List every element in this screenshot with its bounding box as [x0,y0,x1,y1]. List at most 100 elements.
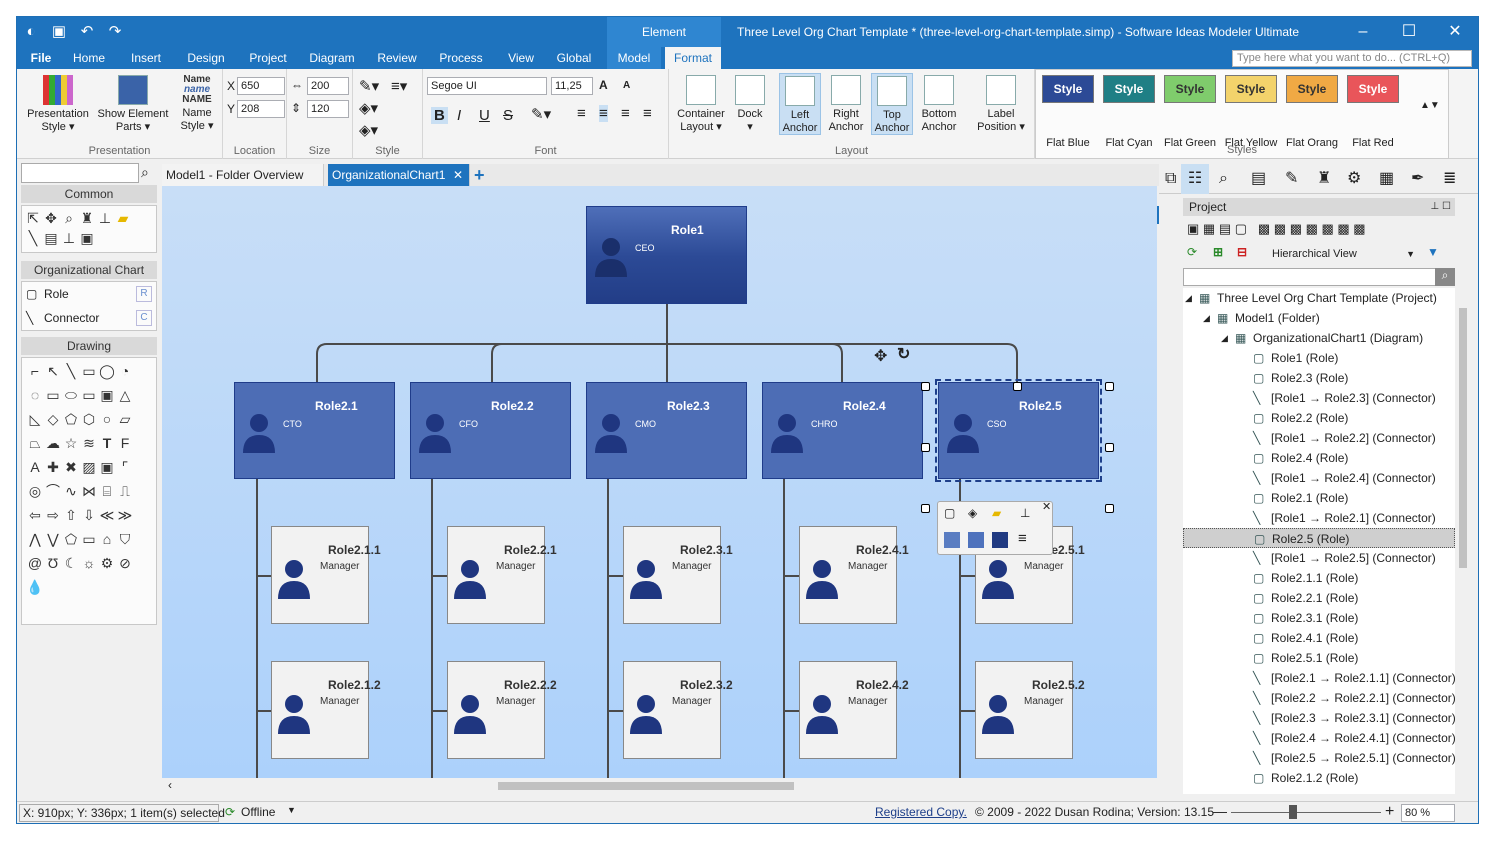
line-color-icon[interactable]: ✎▾ [359,77,379,95]
arrow-left-icon[interactable]: ⇦ [26,505,44,525]
cross-shape-icon[interactable]: ✖ [62,457,80,477]
expand-all-icon[interactable]: ⊞ [1213,245,1223,259]
pin-icon[interactable]: ⧉ [1165,164,1176,194]
tree-item[interactable]: ╲ [Role1 → Role2.2] (Connector) [1183,428,1455,448]
horizontal-scrollbar[interactable]: ‹ [162,778,1157,794]
settings-icon[interactable]: ⚙ [1347,164,1361,194]
frame-shape-icon[interactable]: ▣ [98,457,116,477]
corner-icon[interactable]: ⌜ [116,457,134,477]
hexagon-icon[interactable]: ⬡ [80,409,98,429]
tree-item[interactable]: ╲ [Role1 → Role2.1] (Connector) [1183,508,1455,528]
gear-icon[interactable]: ⚙ [98,553,116,573]
tab-file[interactable]: File [21,47,61,69]
highlight-icon[interactable]: ✎▾ [531,105,551,123]
underline-button[interactable]: U [479,107,490,124]
italic-button[interactable]: I [457,107,461,124]
folder-small-icon[interactable]: ▰ [992,506,1001,520]
plus-shape-icon[interactable]: ✚ [44,457,62,477]
save-icon[interactable]: ▣ [49,22,69,42]
arc-icon[interactable]: ◔ [116,361,134,381]
role-node-chro[interactable]: Role2.4 CHRO [762,382,923,479]
diamond-icon[interactable]: ◇ [44,409,62,429]
align-left-icon[interactable]: ≡ [577,105,586,122]
moon-icon[interactable]: ☾ [62,553,80,573]
app-logo-icon[interactable]: ◐ [21,22,41,42]
square-icon[interactable]: ▣ [98,385,116,405]
role-node-cfo[interactable]: Role2.2 CFO [410,382,571,479]
online-status[interactable]: Offline [241,805,275,819]
tab-model[interactable]: Model [607,47,661,69]
presentation-style-button[interactable]: Presentation Style ▾ [23,75,93,134]
line-icon[interactable]: ╲ [24,228,42,248]
role-node-cto[interactable]: Role2.1 CTO [234,382,395,479]
close-quick-icon[interactable]: ✕ [1042,500,1051,513]
align-right-icon[interactable]: ≡ [621,105,630,122]
search-icon[interactable]: ⌕ [141,164,149,181]
align-icon[interactable]: ⊥ [96,208,114,228]
y-input[interactable]: 208 [237,100,285,118]
tools-icon[interactable]: ♜ [1317,164,1331,194]
style-preset-button[interactable]: Style [1042,75,1094,103]
section-drawing[interactable]: Drawing [21,337,157,355]
new-diagram-icon[interactable]: ▣ [1187,221,1199,236]
text-art-icon[interactable]: A [26,457,44,477]
chevron-down-icon[interactable]: ⋁ [44,529,62,549]
chevron-up-icon[interactable]: ⋀ [26,529,44,549]
tree-item[interactable]: ▢ Role2.2.1 (Role) [1183,588,1455,608]
name-style-button[interactable]: Name name NAME Name Style ▾ [175,75,219,133]
arrow-right-icon[interactable]: ⇨ [44,505,62,525]
refresh-icon[interactable]: ⟳ [1187,245,1197,259]
toolbox-search-input[interactable] [21,163,139,183]
tree-item[interactable]: ◢ ▦ OrganizationalChart1 (Diagram) [1183,328,1455,348]
role-small-icon[interactable]: ▢ [944,506,955,520]
tab-org-chart[interactable]: OrganizationalChart1 ✕ [328,164,470,186]
role-node-manager[interactable]: Role2.1.1 Manager [271,526,381,624]
tab-project[interactable]: Project [243,47,293,69]
resize-handle[interactable] [1105,443,1114,452]
font-size-select[interactable]: 11,25 [551,77,593,95]
role-node-manager[interactable]: Role2.4.2 Manager [799,661,909,759]
tree-item[interactable]: ╲ [Role2.3 → Role2.3.1] (Connector) [1183,708,1455,728]
tree-item[interactable]: ▢ Role2.3 (Role) [1183,368,1455,388]
justify-icon[interactable]: ≡ [643,105,652,122]
line-style-icon[interactable]: ≡ [1018,530,1027,547]
tab-folder-overview[interactable]: Model1 - Folder Overview [162,164,324,186]
move-icon[interactable]: ✥ [42,208,60,228]
pin-small-icon[interactable]: ⊥ ☐ [1431,198,1451,216]
zoom-icon[interactable]: ⌕ [60,208,78,228]
tree-item[interactable]: ▢ Role2.4 (Role) [1183,448,1455,468]
circle-icon[interactable]: ○ [98,409,116,429]
arrow-icon[interactable]: ↖ [44,361,62,381]
wave-icon[interactable]: ∿ [62,481,80,501]
filter-icon[interactable]: ▼ [1427,245,1439,259]
role-node-manager[interactable]: Role2.1.2 Manager [271,661,381,759]
left-anchor-button[interactable]: Left Anchor [779,73,821,135]
role-node-manager[interactable]: Role2.5.2 Manager [975,661,1085,759]
pointer-icon[interactable]: ⇱ [24,208,42,228]
oval-icon[interactable]: ⬭ [62,385,80,405]
bold-button[interactable]: B [431,107,448,124]
style-preset-button[interactable]: Style [1225,75,1277,103]
note-icon[interactable]: ▤ [42,228,60,248]
tree-item[interactable]: ╲ [Role1 → Role2.4] (Connector) [1183,468,1455,488]
tree-item[interactable]: ▢ Role2.5 (Role) [1183,528,1455,548]
role-node-manager[interactable]: Role2.2.1 Manager [447,526,557,624]
drop-icon[interactable]: 💧 [26,577,44,597]
rounded-rect-icon[interactable]: ▭ [44,385,62,405]
rotate-handle-icon[interactable]: ↻ [897,344,910,364]
diagram-canvas[interactable]: Role1 CEO Role2.1 CTO Role2.2 CFO Role2.3 CMO… [162,186,1157,778]
browse-icon[interactable]: ⌕ [1219,164,1228,194]
document-icon[interactable]: ▤ [1251,164,1266,194]
zoom-in-icon[interactable]: + [1385,803,1394,821]
resize-handle[interactable] [1013,382,1022,391]
move-handle-icon[interactable]: ✥ [874,346,887,366]
close-tab-icon[interactable]: ✕ [453,164,463,186]
shrink-font-icon[interactable]: A [623,80,630,91]
search-icon[interactable]: ⌕ [1435,268,1455,286]
styles-icon[interactable]: ✒ [1411,164,1424,194]
tree-item[interactable]: ╲ [Role2.2 → Role2.2.1] (Connector) [1183,688,1455,708]
rich-text-icon[interactable]: F [116,433,134,453]
tree-search-input[interactable]: ⌕ [1183,268,1455,286]
width-input[interactable]: 200 [307,77,349,95]
command-search-input[interactable]: Type here what you want to do... (CTRL+Q… [1232,50,1472,67]
